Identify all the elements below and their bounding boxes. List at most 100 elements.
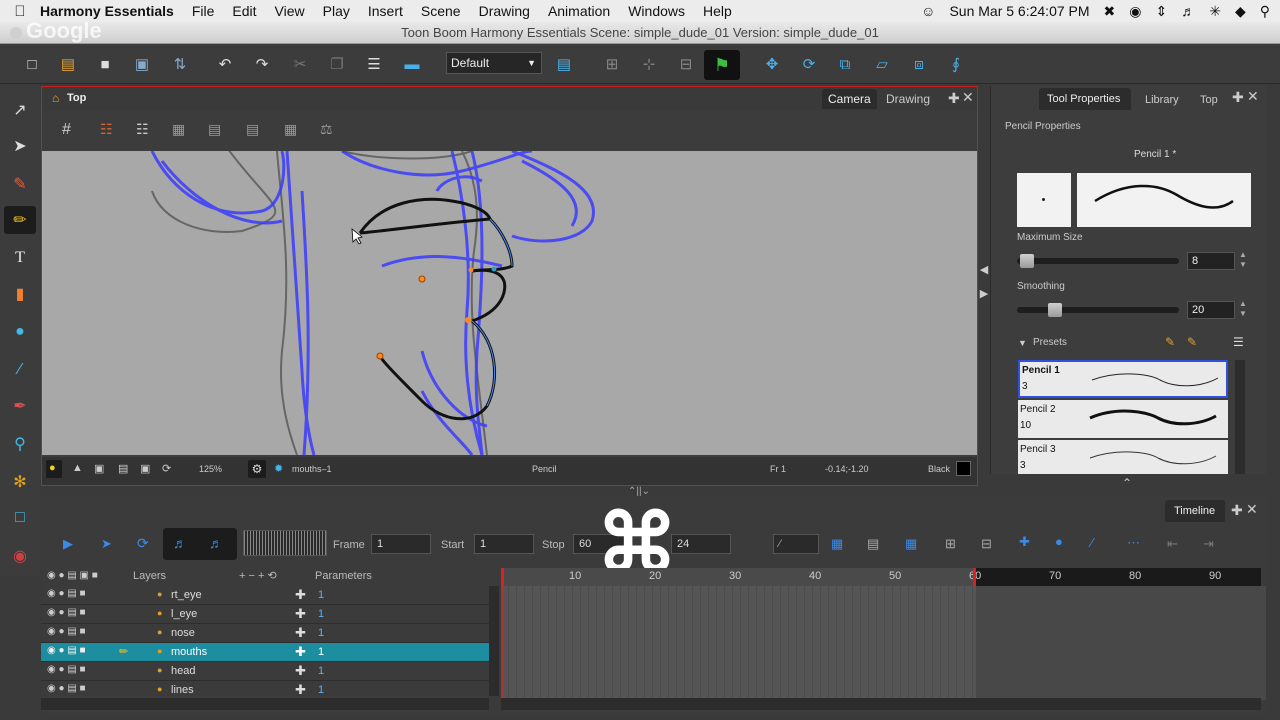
scale-icon[interactable]: ⧉ [835,54,855,74]
layer-name[interactable]: lines [171,684,194,696]
add-layer-icons[interactable]: + − + ⟲ [239,569,277,582]
playback-speed-slider[interactable] [243,530,327,556]
add-param-icon[interactable]: ✚ [295,606,306,622]
presets-scrollbar[interactable] [1235,360,1245,474]
grid-icon[interactable]: # [62,121,71,139]
smoothing-input[interactable]: 20 [1187,301,1235,319]
sync-icon[interactable]: ✖ [1104,3,1116,20]
layers-scrollbar[interactable] [489,586,499,696]
safe-area-icon[interactable]: ▤ [118,462,128,475]
panel-collapse-up-icon[interactable]: ⌃ [1122,476,1132,490]
layers-hscrollbar[interactable] [41,698,489,710]
transform-icon[interactable]: ✥ [762,54,782,74]
max-size-slider-track[interactable] [1017,258,1179,264]
menu-scene[interactable]: Scene [421,3,461,19]
menu-animation[interactable]: Animation [548,3,610,19]
volume-icon[interactable]: ♬ [1181,3,1195,19]
add-view-icon[interactable]: ✚ [948,90,960,107]
remove-keyframe-icon[interactable]: ● [1055,534,1063,549]
text-icon[interactable]: T [8,246,32,270]
tl-tool-icon-4[interactable]: ⊞ [945,536,956,552]
tab-library[interactable]: Library [1145,94,1179,106]
balance-icon[interactable]: ⚖ [320,121,333,138]
max-size-slider-thumb[interactable] [1020,254,1034,268]
add-param-icon[interactable]: ✚ [295,663,306,679]
frames-hscrollbar[interactable] [501,698,1261,710]
morph-icon[interactable]: ✻ [8,470,32,494]
dropbox-icon[interactable]: ◆ [1235,3,1246,20]
apple-icon[interactable]:  [0,3,40,20]
ease-dropdown[interactable]: ∕ [773,534,819,554]
loop-icon[interactable]: ⟳ [137,535,149,552]
layer-row[interactable]: ◉ ● ▤ ■ ● head ✚ 1 [41,662,489,681]
preset-item[interactable]: Pencil 1 3 [1018,360,1228,398]
workspace-icon[interactable]: ▤ [554,54,574,74]
smoothing-stepper[interactable]: ▲ ▼ [1239,299,1247,319]
layer-value[interactable]: 1 [318,589,324,601]
layer-row[interactable]: ◉ ● ▤ ■ ● l_eye ✚ 1 [41,605,489,624]
frame-cells[interactable] [501,586,976,700]
close-window-button[interactable] [10,27,22,39]
spline-offset-icon[interactable]: ∮ [946,54,966,74]
redo-icon[interactable]: ↷ [252,54,272,74]
add-param-icon[interactable]: ✚ [295,644,306,660]
paste-icon[interactable]: ☰ [364,54,384,74]
panel-collapse-arrows[interactable]: ◀ ▶ [978,258,990,308]
smoothing-slider-thumb[interactable] [1048,303,1062,317]
layer-toggles[interactable]: ◉ ● ▤ ■ [47,683,86,694]
bluetooth-icon[interactable]: ✳ [1209,3,1221,20]
tl-tool-icon-1[interactable]: ▦ [831,536,843,552]
add-param-icon[interactable]: ✚ [295,625,306,641]
tl-tool-icon-2[interactable]: ▤ [867,536,879,552]
layer-mid-icon[interactable]: ▤ [208,121,221,138]
app-menu[interactable]: Harmony Essentials [40,3,174,19]
undo-icon[interactable]: ↶ [215,54,235,74]
workspace-dropdown[interactable]: Default ▼ [446,52,542,74]
zoom-icon[interactable]: ⚲ [8,432,32,456]
tab-drawing[interactable]: Drawing [880,89,936,109]
motion-keyframe-icon[interactable]: ∕ [1091,535,1093,550]
dropper-icon[interactable]: ✒ [8,394,32,418]
layer-name[interactable]: head [171,665,195,677]
preset-item[interactable]: Pencil 3 3 [1018,440,1228,474]
library-icon[interactable]: ▬ [402,54,422,74]
fps-input[interactable]: 24 [671,534,731,554]
max-size-stepper[interactable]: ▲ ▼ [1239,250,1247,270]
save-icon[interactable]: ■ [95,54,115,74]
visibility-header-icons[interactable]: ◉ ● ▤ ▣ ■ [47,570,98,581]
settings-gear-icon[interactable]: ⚙ [248,460,266,478]
preset-item[interactable]: Pencil 2 10 [1018,400,1228,438]
prev-keyframe-icon[interactable]: ⇤ [1167,536,1178,552]
layer-row[interactable]: ◉ ● ▤ ■ ● rt_eye ✚ 1 [41,586,489,605]
layer-toggles[interactable]: ◉ ● ▤ ■ [47,645,86,656]
save-as-icon[interactable]: ▣ [132,54,152,74]
menu-insert[interactable]: Insert [368,3,403,19]
next-keyframe-icon[interactable]: ⇥ [1203,536,1214,552]
drawing-canvas[interactable] [42,151,977,455]
layer-value[interactable]: 1 [318,684,324,696]
paint-bucket-icon[interactable]: ● [8,320,32,344]
start-input[interactable]: 1 [474,534,534,554]
onion-skin-icon[interactable]: ◉ [8,544,32,568]
tl-tool-icon-5[interactable]: ⊟ [981,536,992,552]
add-param-icon[interactable]: ✚ [295,682,306,698]
color-swatch[interactable] [956,461,971,476]
menu-windows[interactable]: Windows [628,3,685,19]
cut-icon[interactable]: ✂ [290,54,310,74]
grid-outline-icon[interactable]: ☷ [136,121,149,138]
layer-name[interactable]: l_eye [171,608,197,620]
add-keyframe-icon[interactable]: ✚ [1019,534,1030,550]
add-tab-icon[interactable]: ✚ [1231,502,1243,519]
layer-low-icon[interactable]: ▤ [246,121,259,138]
green-flag-icon[interactable]: ⚑ [704,50,740,80]
skew-icon[interactable]: ▱ [872,54,892,74]
eraser-icon[interactable]: ▮ [8,282,32,306]
playhead[interactable] [501,568,504,586]
copy-icon[interactable]: ❐ [327,54,347,74]
network-icon[interactable]: ⇕ [1155,3,1167,20]
rig-icon[interactable]: ⊹ [639,54,659,74]
play-icon[interactable]: ▶ [63,536,73,552]
brush-icon[interactable]: ✎ [8,172,32,196]
tab-timeline[interactable]: Timeline [1174,505,1215,517]
open-folder-icon[interactable]: ▤ [58,54,78,74]
